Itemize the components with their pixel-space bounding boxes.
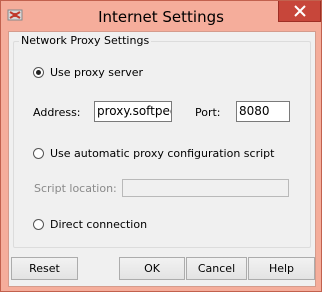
close-button[interactable]	[278, 1, 321, 22]
script-location-input[interactable]	[122, 179, 289, 197]
close-icon	[294, 5, 306, 17]
internet-settings-window: Internet Settings Network Proxy Settings…	[0, 0, 322, 292]
direct-connection-label: Direct connection	[50, 218, 148, 231]
window-title: Internet Settings	[98, 8, 224, 26]
use-proxy-label: Use proxy server	[50, 66, 144, 79]
address-input[interactable]: proxy.softpedia	[94, 101, 172, 122]
script-location-label: Script location:	[34, 182, 117, 195]
ok-button[interactable]: OK	[119, 257, 185, 280]
reset-button[interactable]: Reset	[11, 257, 78, 280]
address-label: Address:	[33, 106, 81, 119]
direct-connection-radio-row[interactable]: Direct connection	[33, 218, 147, 231]
port-label: Port:	[195, 106, 221, 119]
use-proxy-radio[interactable]	[33, 67, 44, 78]
network-proxy-group: Network Proxy Settings Use proxy server …	[13, 34, 311, 248]
direct-connection-radio[interactable]	[33, 219, 44, 230]
port-input[interactable]: 8080	[236, 101, 290, 122]
cancel-button[interactable]: Cancel	[186, 257, 247, 280]
group-label: Network Proxy Settings	[19, 34, 152, 47]
auto-config-radio[interactable]	[33, 148, 44, 159]
auto-config-label: Use automatic proxy configuration script	[50, 147, 275, 160]
auto-config-radio-row[interactable]: Use automatic proxy configuration script	[33, 147, 274, 160]
title-bar[interactable]: Internet Settings	[1, 1, 321, 31]
dialog-client-area: Network Proxy Settings Use proxy server …	[8, 31, 316, 287]
use-proxy-radio-row[interactable]: Use proxy server	[33, 66, 143, 79]
help-button[interactable]: Help	[248, 257, 315, 280]
